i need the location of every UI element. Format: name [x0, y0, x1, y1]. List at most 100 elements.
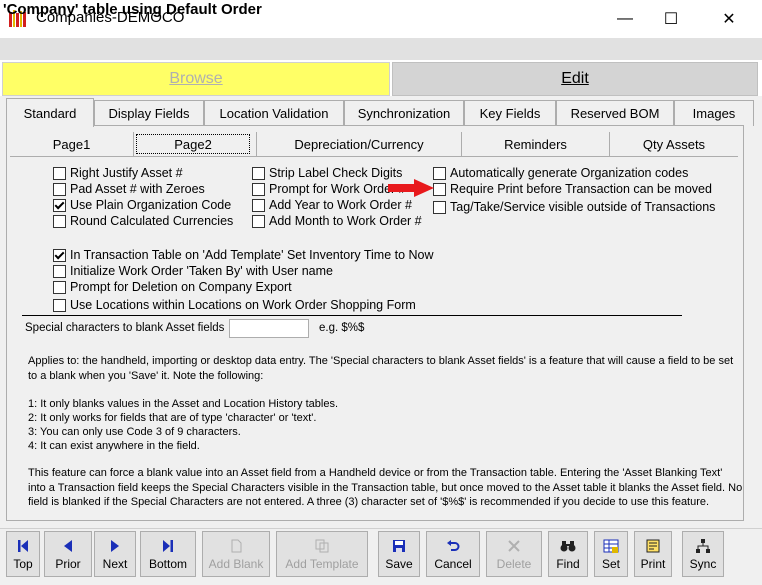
- special-chars-label: Special characters to blank Asset fields: [25, 322, 225, 334]
- description-line: Applies to: the handheld, importing or d…: [28, 355, 734, 367]
- checkbox-box[interactable]: [252, 214, 265, 228]
- cancel-button[interactable]: Cancel: [426, 531, 480, 577]
- browse-mode-tab[interactable]: Browse: [2, 62, 390, 96]
- special-chars-example: e.g. $%$: [319, 322, 365, 334]
- button-label: Print: [640, 557, 666, 571]
- checkbox-box-checked[interactable]: [53, 248, 66, 262]
- checkbox-box[interactable]: [53, 298, 66, 312]
- find-button[interactable]: Find: [548, 531, 588, 577]
- right-justify-checkbox[interactable]: Right Justify Asset #: [53, 166, 183, 180]
- checkbox-box[interactable]: [433, 200, 446, 214]
- tab-images[interactable]: Images: [674, 100, 754, 126]
- next-button[interactable]: Next: [94, 531, 136, 577]
- previous-icon: [62, 537, 74, 555]
- strip-label-checkbox[interactable]: Strip Label Check Digits: [252, 166, 402, 180]
- checkbox-box[interactable]: [252, 198, 265, 212]
- button-label: Prior: [55, 557, 81, 571]
- note-line: 2: It only works for fields that are of …: [28, 412, 317, 424]
- network-sync-icon: [695, 537, 711, 555]
- button-label: Top: [13, 557, 33, 571]
- add-year-checkbox[interactable]: Add Year to Work Order #: [252, 198, 412, 212]
- table-header-title: 'Company' table using Default Order: [3, 1, 262, 18]
- button-label: Delete: [496, 557, 532, 571]
- description-line: This feature can force a blank value int…: [28, 467, 723, 479]
- set-button[interactable]: Set: [594, 531, 628, 577]
- subtab-reminders[interactable]: Reminders: [462, 132, 610, 156]
- print-button[interactable]: Print: [634, 531, 672, 577]
- init-taken-by-checkbox[interactable]: Initialize Work Order 'Taken By' with Us…: [53, 264, 333, 278]
- tab-location-validation[interactable]: Location Validation: [204, 100, 344, 126]
- auto-org-codes-checkbox[interactable]: Automatically generate Organization code…: [433, 166, 688, 180]
- tab-standard[interactable]: Standard: [6, 98, 94, 127]
- plain-org-code-checkbox[interactable]: Use Plain Organization Code: [53, 198, 231, 212]
- last-record-icon: [161, 537, 175, 555]
- top-button[interactable]: Top: [6, 531, 40, 577]
- special-chars-input[interactable]: [229, 319, 309, 338]
- maximize-button[interactable]: ☐: [648, 0, 694, 38]
- checkbox-label: Round Calculated Currencies: [70, 214, 234, 228]
- add-blank-button[interactable]: Add Blank: [202, 531, 270, 577]
- checkbox-label: Prompt for Work Order #: [269, 182, 406, 196]
- checkbox-box[interactable]: [53, 182, 66, 196]
- close-button[interactable]: ✕: [706, 0, 752, 38]
- prompt-work-order-checkbox[interactable]: Prompt for Work Order #: [252, 182, 406, 196]
- button-label: Cancel: [434, 557, 472, 571]
- checkbox-box[interactable]: [53, 280, 66, 294]
- subtab-qty-assets[interactable]: Qty Assets: [610, 132, 738, 156]
- binoculars-icon: [560, 537, 576, 555]
- table-header-bar: [0, 38, 762, 60]
- checkbox-box[interactable]: [252, 182, 265, 196]
- round-currencies-checkbox[interactable]: Round Calculated Currencies: [53, 214, 233, 228]
- subtab-page2[interactable]: Page2: [136, 134, 250, 154]
- save-button[interactable]: Save: [378, 531, 420, 577]
- tab-display-fields[interactable]: Display Fields: [94, 100, 204, 126]
- description-line: into a Transaction field keeps the Speci…: [28, 482, 743, 494]
- tag-take-service-checkbox[interactable]: Tag/Take/Service visible outside of Tran…: [433, 200, 715, 214]
- subtab-page1[interactable]: Page1: [10, 132, 134, 156]
- sync-button[interactable]: Sync: [682, 531, 724, 577]
- require-print-checkbox[interactable]: Require Print before Transaction can be …: [433, 182, 712, 196]
- checkbox-box[interactable]: [433, 166, 446, 180]
- checkbox-label: Use Plain Organization Code: [70, 198, 232, 212]
- note-line: 1: It only blanks values in the Asset an…: [28, 398, 339, 410]
- tab-reserved-bom[interactable]: Reserved BOM: [556, 100, 674, 126]
- print-report-icon: [646, 537, 660, 555]
- pad-asset-checkbox[interactable]: Pad Asset # with Zeroes: [53, 182, 205, 196]
- set-grid-icon: [603, 537, 619, 555]
- note-line: 3: You can only use Code 3 of 9 characte…: [28, 426, 241, 438]
- prior-button[interactable]: Prior: [44, 531, 92, 577]
- checkbox-label: Strip Label Check Digits: [269, 166, 403, 180]
- checkbox-label: Right Justify Asset #: [70, 166, 183, 180]
- button-label: Add Blank: [208, 557, 264, 571]
- description-line: field is blanked if the Special Characte…: [28, 496, 710, 508]
- delete-button[interactable]: Delete: [486, 531, 542, 577]
- button-label: Add Template: [285, 557, 359, 571]
- checkbox-box[interactable]: [252, 166, 265, 180]
- edit-mode-tab[interactable]: Edit: [392, 62, 758, 96]
- checkbox-box[interactable]: [433, 182, 446, 196]
- checkbox-box[interactable]: [53, 166, 66, 180]
- checkbox-box[interactable]: [53, 264, 66, 278]
- subtab-divider: [10, 156, 738, 157]
- next-icon: [109, 537, 121, 555]
- checkbox-box-checked[interactable]: [53, 198, 66, 212]
- blank-page-icon: [230, 537, 242, 555]
- bottom-button[interactable]: Bottom: [140, 531, 196, 577]
- minimize-button[interactable]: —: [602, 0, 648, 38]
- tab-key-fields[interactable]: Key Fields: [464, 100, 556, 126]
- checkbox-label: Use Locations within Locations on Work O…: [70, 298, 416, 312]
- checkbox-box[interactable]: [53, 214, 66, 228]
- locations-within-checkbox[interactable]: Use Locations within Locations on Work O…: [53, 298, 416, 312]
- checkbox-label: Add Year to Work Order #: [269, 198, 412, 212]
- floppy-disk-icon: [392, 537, 406, 555]
- add-template-button[interactable]: Add Template: [276, 531, 368, 577]
- tab-synchronization[interactable]: Synchronization: [344, 100, 464, 126]
- add-month-checkbox[interactable]: Add Month to Work Order #: [252, 214, 422, 228]
- delete-x-icon: [507, 537, 521, 555]
- prompt-deletion-checkbox[interactable]: Prompt for Deletion on Company Export: [53, 280, 292, 294]
- button-label: Find: [556, 557, 580, 571]
- template-inventory-time-checkbox[interactable]: In Transaction Table on 'Add Template' S…: [53, 248, 434, 262]
- checkbox-label: Require Print before Transaction can be …: [450, 182, 712, 196]
- separator-line: [22, 315, 682, 316]
- subtab-depreciation-currency[interactable]: Depreciation/Currency: [256, 132, 462, 156]
